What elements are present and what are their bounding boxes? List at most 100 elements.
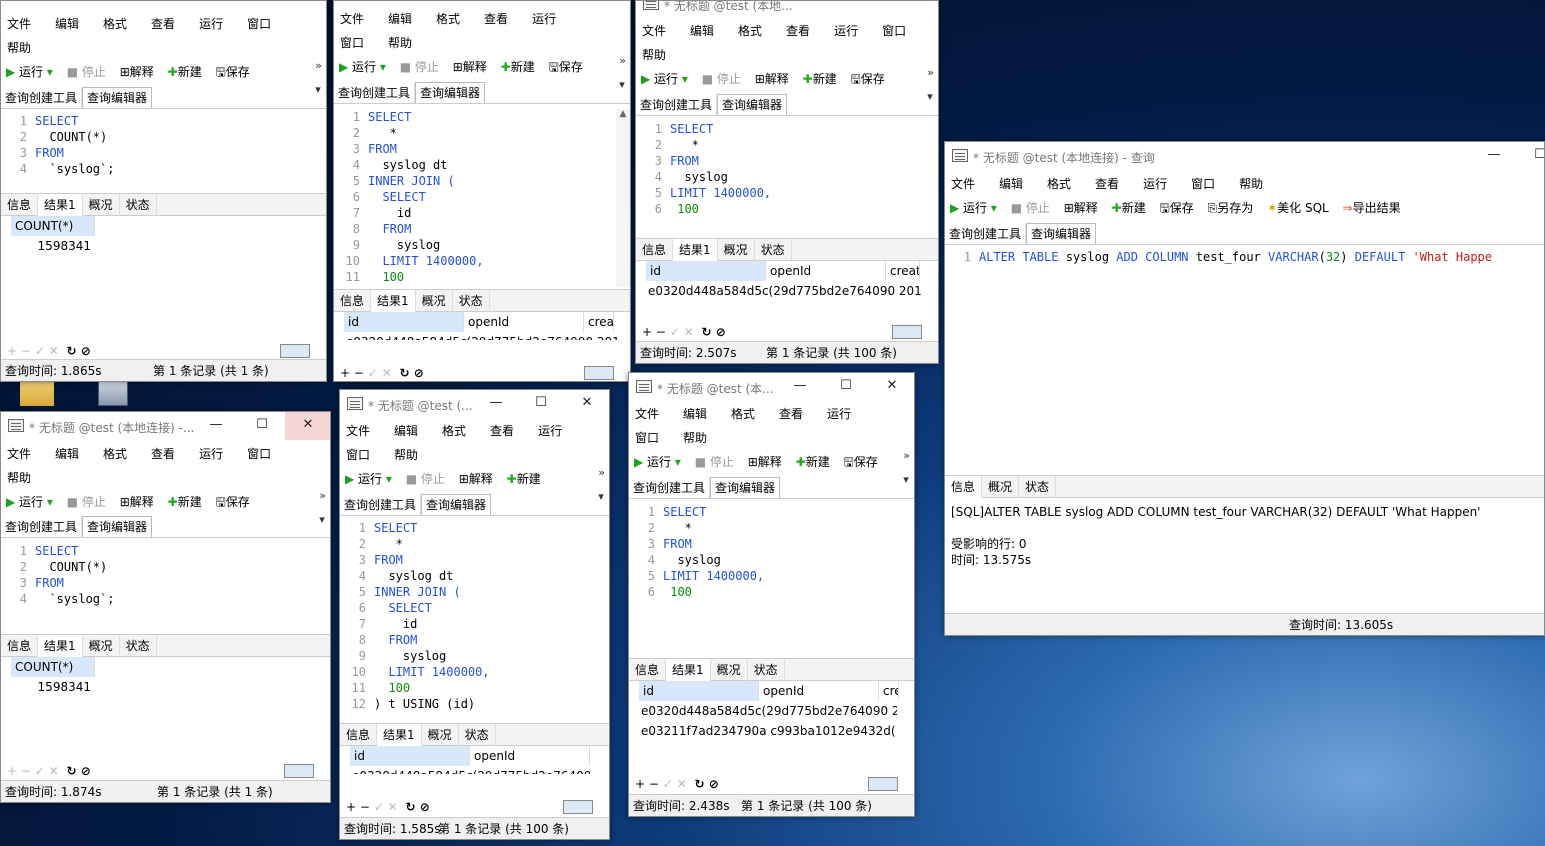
query-window-count-2[interactable]: * 无标题 @test (本地连接) -... — ☐ ✕ 文件 编辑 格式 查看 运行 窗口… <box>0 411 331 803</box>
result-grid[interactable]: idopenIdcrea e0320d448a584d5c(29d775bd2e… <box>334 312 630 340</box>
column-header[interactable]: COUNT(*) <box>11 216 95 236</box>
tab-info[interactable]: 信息 <box>945 476 983 498</box>
menu-run[interactable]: 运行 <box>532 7 556 31</box>
tab-result1[interactable]: 结果1 <box>666 659 711 681</box>
export-results-button[interactable]: ⇒导出结果 <box>1343 201 1401 215</box>
new-button[interactable]: ✚新建 <box>1112 201 1146 215</box>
grid-view-icon[interactable] <box>868 777 898 791</box>
menu-window[interactable]: 窗口 <box>346 443 370 467</box>
menu-view[interactable]: 查看 <box>484 7 508 31</box>
tab-status[interactable]: 状态 <box>453 290 490 312</box>
column-header-openid[interactable]: openId <box>766 261 886 281</box>
menu-format[interactable]: 格式 <box>1047 172 1071 196</box>
tab-query-editor[interactable]: 查询编辑器 <box>717 94 788 115</box>
menu-file[interactable]: 文件 <box>7 442 31 466</box>
grid-view-icon[interactable] <box>280 344 310 358</box>
explain-button[interactable]: ⊞解释 <box>755 72 789 86</box>
sql-editor[interactable]: 1 SELECT 2 COUNT(*) 3 FROM 4 `syslog`; <box>1 543 330 607</box>
stop-button[interactable]: ■ 停止 <box>406 472 445 486</box>
result-grid[interactable]: id openId creat e0320d448a584d5c(29d775bd2… <box>636 261 938 301</box>
column-header-id[interactable]: id <box>646 261 766 281</box>
maximize-button[interactable]: ☐ <box>823 373 869 401</box>
run-button[interactable]: ▶ 运行 ▾ <box>950 201 997 215</box>
grid-view-icon[interactable] <box>892 325 922 339</box>
column-header-create[interactable]: crea <box>584 312 614 332</box>
menu-edit[interactable]: 编辑 <box>388 7 412 31</box>
tab-profile[interactable]: 概况 <box>83 194 120 216</box>
maximize-button[interactable]: ☐ <box>518 390 564 418</box>
tab-profile[interactable]: 概况 <box>416 290 453 312</box>
explain-button[interactable]: ⊞解释 <box>748 455 782 469</box>
tab-query-editor[interactable]: 查询编辑器 <box>415 82 486 103</box>
grid-view-icon[interactable] <box>584 366 614 380</box>
tab-status[interactable]: 状态 <box>755 239 792 261</box>
column-header-create[interactable]: creat <box>886 261 920 281</box>
menu-file[interactable]: 文件 <box>642 19 666 43</box>
menu-view[interactable]: 查看 <box>151 442 175 466</box>
menu-file[interactable]: 文件 <box>7 12 31 36</box>
new-button[interactable]: ✚新建 <box>168 495 202 509</box>
menu-run[interactable]: 运行 <box>1143 172 1167 196</box>
sql-editor[interactable]: 1 ALTER TABLE syslog ADD COLUMN test_four… <box>945 249 1544 265</box>
tab-info[interactable]: 信息 <box>1 635 39 657</box>
table-row[interactable]: e03211f7ad234790a c993ba1012e9432d( 20 <box>639 721 914 741</box>
result-grid[interactable]: idopenIdcre e0320d448a584d5c(29d775bd2e7… <box>629 681 914 741</box>
explain-button[interactable]: ⊞解释 <box>459 472 493 486</box>
stop-button[interactable]: ■ 停止 <box>67 65 106 79</box>
table-row[interactable]: 1598341 <box>11 236 326 256</box>
close-button[interactable]: ✕ <box>869 373 914 401</box>
menu-window[interactable]: 窗口 <box>340 31 364 55</box>
minimize-button[interactable]: — <box>193 412 239 440</box>
tab-info[interactable]: 信息 <box>340 724 378 746</box>
tab-query-builder[interactable]: 查询创建工具 <box>340 495 422 516</box>
menu-help[interactable]: 帮助 <box>394 443 418 467</box>
table-row[interactable]: e0320d448a584d5c(29d775bd2e764090 <box>350 766 609 774</box>
column-header-id[interactable]: id <box>639 681 759 701</box>
tab-result1[interactable]: 结果1 <box>371 290 416 312</box>
explain-button[interactable]: ⊞解释 <box>120 65 154 79</box>
menu-format[interactable]: 格式 <box>436 7 460 31</box>
tab-profile[interactable]: 概况 <box>83 635 120 657</box>
grid-view-icon[interactable] <box>284 764 314 778</box>
tab-result1[interactable]: 结果1 <box>38 635 83 657</box>
column-header-id[interactable]: id <box>350 746 470 766</box>
table-row[interactable]: e0320d448a584d5c(29d775bd2e764090 2019- <box>646 281 938 301</box>
tab-query-builder[interactable]: 查询创建工具 <box>945 224 1027 245</box>
stop-button[interactable]: ■ 停止 <box>695 455 734 469</box>
tab-result1[interactable]: 结果1 <box>673 239 718 261</box>
tab-info[interactable]: 信息 <box>636 239 674 261</box>
run-button[interactable]: ▶ 运行 ▾ <box>641 72 688 86</box>
tab-info[interactable]: 信息 <box>334 290 372 312</box>
menu-view[interactable]: 查看 <box>490 419 514 443</box>
menu-edit[interactable]: 编辑 <box>683 402 707 426</box>
menu-file[interactable]: 文件 <box>346 419 370 443</box>
save-button[interactable]: 🖫保存 <box>216 495 250 509</box>
query-window-count-1[interactable]: 文件 编辑 格式 查看 运行 窗口 帮助 ▶ 运行 ▾ ■ 停止 ⊞解释 ✚新建 🖫保存 … <box>0 0 327 382</box>
menu-edit[interactable]: 编辑 <box>394 419 418 443</box>
query-window-join-2[interactable]: * 无标题 @test (... — ☐ ✕ 文件 编辑 格式 查看 运行 窗口 帮助 ▶ 运… <box>339 389 610 840</box>
menu-window[interactable]: 窗口 <box>247 12 271 36</box>
run-button[interactable]: ▶ 运行 ▾ <box>6 495 53 509</box>
explain-button[interactable]: ⊞解释 <box>120 495 154 509</box>
menu-format[interactable]: 格式 <box>738 19 762 43</box>
new-button[interactable]: ✚新建 <box>796 455 830 469</box>
save-as-button[interactable]: ⎘另存为 <box>1208 201 1254 215</box>
new-button[interactable]: ✚新建 <box>501 60 535 74</box>
maximize-button[interactable]: ☐ <box>1517 142 1544 170</box>
save-button[interactable]: 🖫保存 <box>216 65 250 79</box>
menu-file[interactable]: 文件 <box>635 402 659 426</box>
menu-file[interactable]: 文件 <box>951 172 975 196</box>
menu-edit[interactable]: 编辑 <box>55 12 79 36</box>
menu-help[interactable]: 帮助 <box>7 466 31 490</box>
sql-editor[interactable]: 1 SELECT 2 * 3 FROM 4 syslog 5 LIMIT 140000… <box>636 121 938 217</box>
run-button[interactable]: ▶ 运行 ▾ <box>634 455 681 469</box>
tab-status[interactable]: 状态 <box>459 724 496 746</box>
tab-query-editor[interactable]: 查询编辑器 <box>710 477 781 498</box>
query-window-limit-2[interactable]: * 无标题 @test (本... — ☐ ✕ 文件 编辑 格式 查看 运行 窗口 帮助 ▶ … <box>628 372 915 817</box>
run-button[interactable]: ▶ 运行 ▾ <box>339 60 386 74</box>
explain-button[interactable]: ⊞解释 <box>1064 201 1098 215</box>
new-button[interactable]: ✚新建 <box>168 65 202 79</box>
menu-window[interactable]: 窗口 <box>1191 172 1215 196</box>
menu-view[interactable]: 查看 <box>151 12 175 36</box>
menu-run[interactable]: 运行 <box>538 419 562 443</box>
